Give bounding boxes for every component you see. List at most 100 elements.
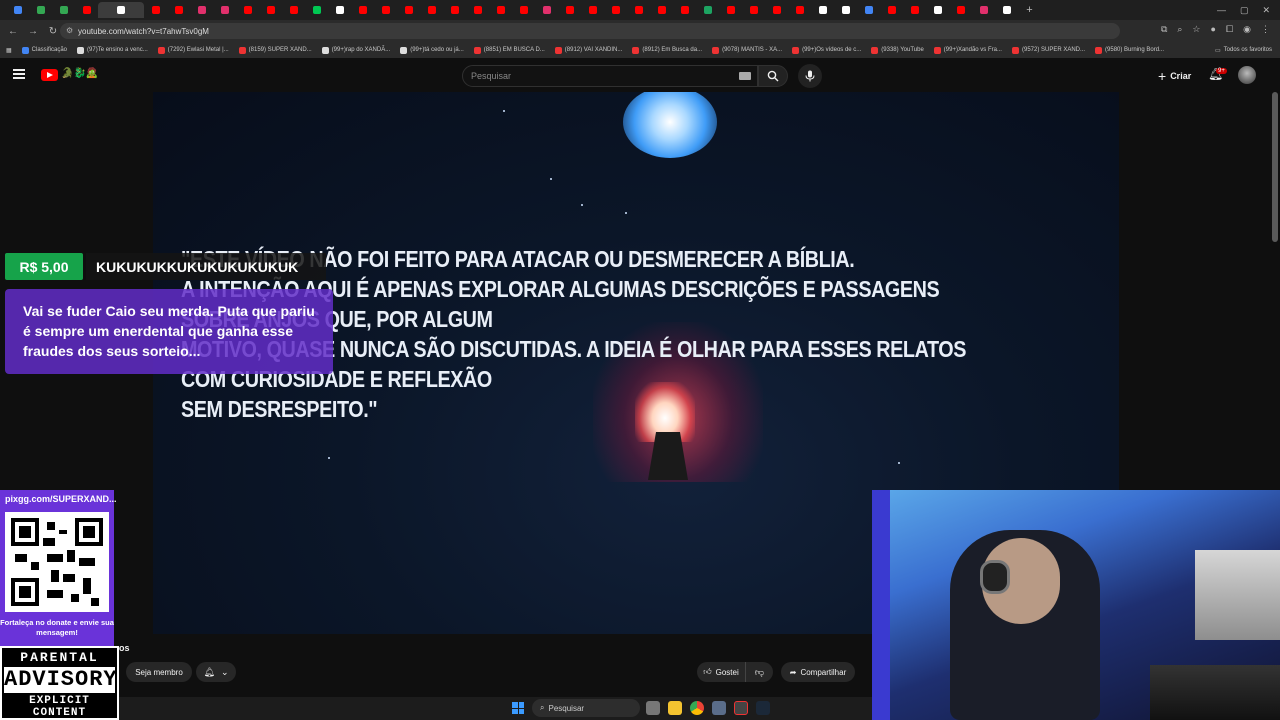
site-info-icon[interactable]: ⚙ [66,26,73,35]
browser-tab[interactable] [765,2,788,18]
browser-tab[interactable] [259,2,282,18]
kebab-menu-icon[interactable]: ⋮ [1261,24,1270,35]
voice-search-button[interactable] [798,64,822,88]
browser-tab[interactable] [374,2,397,18]
url-input[interactable]: ⚙ youtube.com/watch?v=t7ahwTsv0gM [60,23,1120,39]
browser-tab[interactable] [926,2,949,18]
share-button[interactable]: ➦ Compartilhar [781,662,855,682]
reload-icon[interactable]: ↻ [46,24,60,38]
task-view-icon[interactable] [646,701,660,715]
bookmark-item[interactable]: (9338) YouTube [871,46,924,54]
page-scrollbar[interactable] [1272,92,1278,242]
taskbar-search-input[interactable]: ⌕ Pesquisar [532,699,640,717]
browser-tab[interactable] [489,2,512,18]
bookmark-item[interactable]: (8159) SUPER XAND... [238,46,312,54]
browser-tab[interactable] [6,2,29,18]
youtube-logo[interactable] [41,69,58,81]
install-icon[interactable]: ⧉ [1161,24,1167,35]
browser-tab[interactable] [880,2,903,18]
create-button[interactable]: + Criar [1152,65,1197,87]
bookmark-item[interactable]: (99+)Os vídeos de c... [792,46,861,54]
browser-tab[interactable] [466,2,489,18]
bookmark-item[interactable]: (9078) MANTIS - XA... [712,46,782,54]
profile-icon[interactable]: ◉ [1243,24,1251,35]
forward-icon[interactable]: → [26,24,40,38]
browser-tab[interactable] [719,2,742,18]
browser-tab[interactable] [742,2,765,18]
bookmark-item[interactable]: (9580) Burning Bord... [1095,46,1164,54]
bookmark-item[interactable]: (8851) EM BUSCA D... [473,46,545,54]
minimize-icon[interactable]: — [1217,5,1226,15]
browser-tab[interactable] [995,2,1018,18]
browser-tab[interactable] [351,2,374,18]
browser-tab[interactable] [98,2,144,18]
browser-tab[interactable] [512,2,535,18]
browser-tab[interactable] [972,2,995,18]
chrome-icon[interactable] [690,701,704,715]
all-favorites-button[interactable]: ▭ Todos os favoritos [1208,42,1272,58]
new-tab-icon[interactable]: + [1018,2,1041,18]
bookmark-item[interactable]: (99+)rap do XANDÃ... [321,46,390,54]
browser-tab[interactable] [167,2,190,18]
browser-tab[interactable] [903,2,926,18]
browser-tab[interactable] [144,2,167,18]
browser-tab[interactable] [443,2,466,18]
search-button[interactable] [758,65,788,87]
tab-favicon-icon [680,6,689,14]
browser-tab[interactable] [282,2,305,18]
browser-tab[interactable] [673,2,696,18]
bookmark-item[interactable]: (8912) Em Busca da... [632,46,702,54]
hamburger-menu-icon[interactable] [13,69,25,79]
close-icon[interactable]: ✕ [1262,5,1270,16]
apps-icon[interactable]: ▦ [6,47,12,54]
browser-tab[interactable] [328,2,351,18]
browser-tab[interactable] [305,2,328,18]
browser-tab[interactable] [949,2,972,18]
browser-tab[interactable] [52,2,75,18]
join-button[interactable]: Seja membro [126,662,192,682]
extension-icon[interactable]: ● [1211,24,1216,35]
browser-tab[interactable] [604,2,627,18]
browser-tab[interactable] [788,2,811,18]
browser-tab[interactable] [213,2,236,18]
file-explorer-icon[interactable] [668,701,682,715]
like-button[interactable]: 👍︎ Gostei [697,662,745,682]
obs-icon[interactable] [734,701,748,715]
browser-tab[interactable] [190,2,213,18]
bookmark-item[interactable]: (8912) VAI XANDIN... [554,46,622,54]
zoom-icon[interactable]: ⌕ [1177,24,1182,35]
browser-tab[interactable] [535,2,558,18]
keyboard-icon[interactable] [739,72,751,80]
browser-tab[interactable] [558,2,581,18]
subscription-bell-button[interactable]: 🔔︎ ⌄ [196,662,236,682]
browser-tab[interactable] [581,2,604,18]
browser-tab[interactable] [75,2,98,18]
browser-tab[interactable] [834,2,857,18]
bookmark-item[interactable]: Classificação [21,46,67,54]
browser-tab[interactable] [29,2,52,18]
browser-tab[interactable] [811,2,834,18]
browser-tab[interactable] [857,2,880,18]
windows-start-icon[interactable] [512,702,524,714]
browser-tab[interactable] [696,2,719,18]
browser-tab[interactable] [420,2,443,18]
bookmark-item[interactable]: (97)Te ensino a venc... [77,46,148,54]
browser-tab[interactable] [627,2,650,18]
puzzle-icon[interactable]: ⧠ [1226,24,1233,35]
bookmark-item[interactable]: (7292) Ewlasi Metal |... [157,46,229,54]
browser-tab[interactable] [397,2,420,18]
bookmark-item[interactable]: (9572) SUPER XAND... [1011,46,1085,54]
steam-icon[interactable] [756,701,770,715]
dislike-button[interactable]: 👎︎ [745,662,773,682]
logo-doodle[interactable]: 🐊🐉🧟 [61,68,98,79]
back-icon[interactable]: ← [6,24,20,38]
browser-tab[interactable] [236,2,259,18]
avatar[interactable] [1238,66,1256,84]
star-icon[interactable]: ☆ [1192,24,1200,35]
maximize-icon[interactable]: ▢ [1240,5,1249,16]
browser-tab[interactable] [650,2,673,18]
bookmark-item[interactable]: (99+)tá cedo ou já... [400,46,464,54]
search-input[interactable]: Pesquisar [462,65,758,87]
bookmark-item[interactable]: (99+)Xandão vs Fra... [933,46,1002,54]
settings-icon[interactable] [712,701,726,715]
